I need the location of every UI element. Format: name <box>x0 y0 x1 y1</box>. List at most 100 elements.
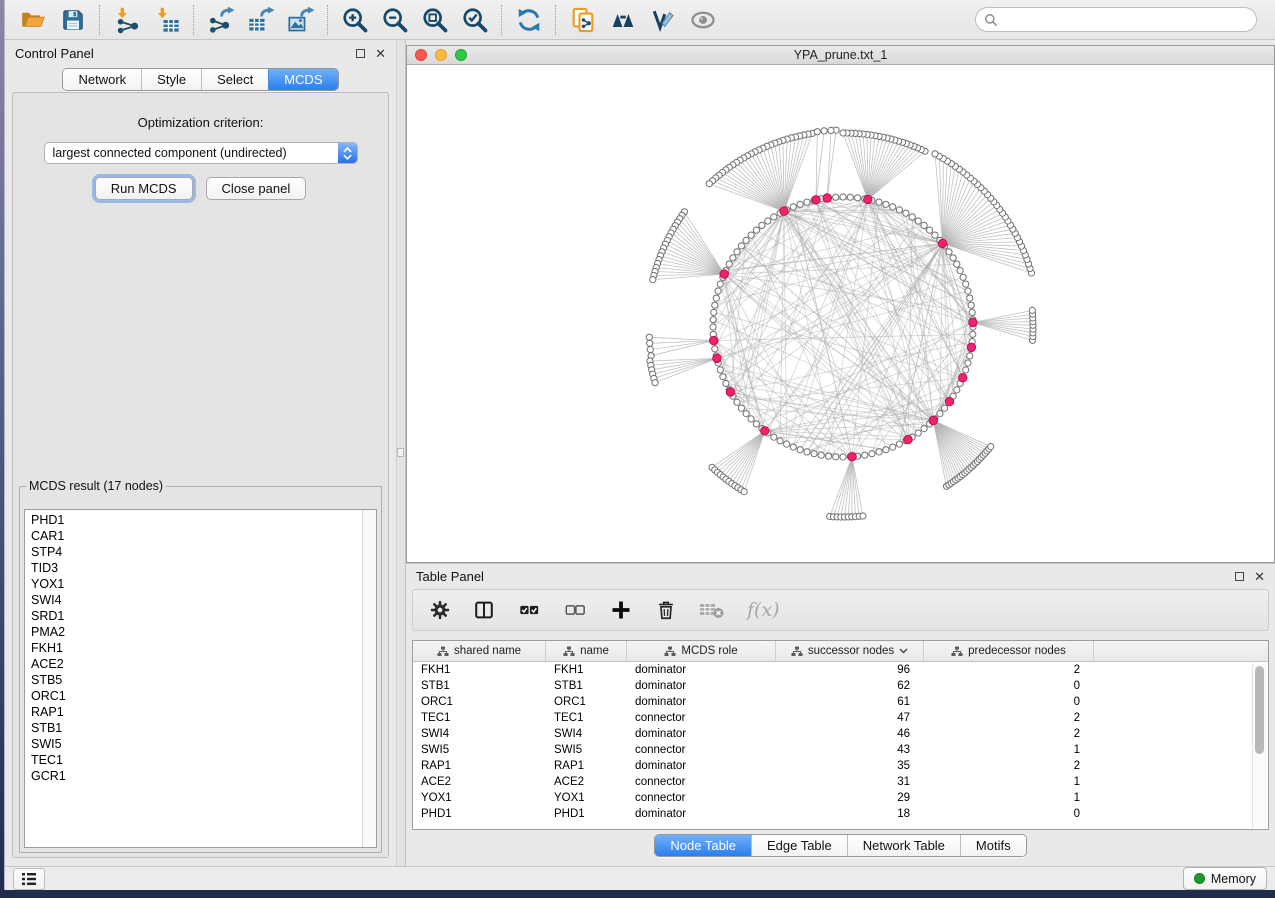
network-node[interactable] <box>717 367 723 373</box>
run-mcds-button[interactable]: Run MCDS <box>95 177 193 200</box>
network-node[interactable] <box>717 281 723 287</box>
network-node[interactable] <box>753 227 759 233</box>
network-node[interactable] <box>753 421 759 427</box>
float-panel-icon[interactable] <box>356 49 365 58</box>
save-session-button[interactable] <box>53 3 93 37</box>
column-header-name[interactable]: name <box>546 641 627 661</box>
network-node[interactable] <box>896 207 902 213</box>
optimization-criterion-select[interactable]: largest connected component (undirected) <box>44 142 358 164</box>
tab-motifs[interactable]: Motifs <box>960 835 1026 856</box>
export-image-button[interactable] <box>281 3 321 37</box>
export-network-button[interactable] <box>201 3 241 37</box>
network-node[interactable] <box>950 255 956 261</box>
network-node[interactable] <box>896 441 902 447</box>
duplicate-network-button[interactable] <box>563 3 603 37</box>
table-cell-successor_nodes[interactable]: 62 <box>776 678 924 694</box>
mcds-result-item[interactable]: PMA2 <box>31 624 376 640</box>
network-node[interactable] <box>954 261 960 267</box>
table-cell-mcds_role[interactable]: connector <box>627 742 776 758</box>
network-dominator-node[interactable] <box>938 239 946 247</box>
network-node[interactable] <box>743 237 749 243</box>
network-node[interactable] <box>969 309 975 315</box>
network-node[interactable] <box>967 295 973 301</box>
network-node[interactable] <box>965 360 971 366</box>
table-row[interactable]: RAP1RAP1dominator352 <box>413 758 1268 774</box>
table-row[interactable]: SWI5SWI5connector431 <box>413 742 1268 758</box>
network-node[interactable] <box>797 201 803 207</box>
network-node[interactable] <box>821 128 827 134</box>
table-row[interactable]: YOX1YOX1connector291 <box>413 790 1268 806</box>
zoom-in-button[interactable] <box>335 3 375 37</box>
table-cell-mcds_role[interactable]: connector <box>627 774 776 790</box>
tab-style[interactable]: Style <box>141 69 201 90</box>
import-network-button[interactable] <box>107 3 147 37</box>
network-dominator-node[interactable] <box>710 336 718 344</box>
show-hide-panel-button[interactable] <box>683 3 723 37</box>
table-cell-shared_name[interactable]: TEC1 <box>413 710 546 726</box>
network-dominator-node[interactable] <box>864 195 872 203</box>
network-node[interactable] <box>726 261 732 267</box>
network-node[interactable] <box>932 232 938 238</box>
network-node[interactable] <box>963 281 969 287</box>
network-dominator-node[interactable] <box>959 374 967 382</box>
network-node[interactable] <box>790 204 796 210</box>
network-node[interactable] <box>804 449 810 455</box>
network-node[interactable] <box>712 346 718 352</box>
mcds-result-item[interactable]: STB1 <box>31 720 376 736</box>
table-cell-mcds_role[interactable]: dominator <box>627 758 776 774</box>
network-node[interactable] <box>748 416 754 422</box>
network-node[interactable] <box>723 380 729 386</box>
mcds-result-item[interactable]: RAP1 <box>31 704 376 720</box>
table-scrollbar-thumb[interactable] <box>1255 666 1264 754</box>
mcds-result-item[interactable]: STP4 <box>31 544 376 560</box>
network-dominator-node[interactable] <box>726 388 734 396</box>
memory-button[interactable]: Memory <box>1183 867 1267 890</box>
table-row[interactable]: FKH1FKH1dominator962 <box>413 662 1268 678</box>
table-cell-successor_nodes[interactable]: 46 <box>776 726 924 742</box>
table-cell-successor_nodes[interactable]: 61 <box>776 694 924 710</box>
network-node[interactable] <box>771 434 777 440</box>
delete-table-button[interactable] <box>699 600 725 620</box>
mcds-result-item[interactable]: FKH1 <box>31 640 376 656</box>
network-node[interactable] <box>715 288 721 294</box>
show-column-panel-button[interactable] <box>473 599 495 621</box>
network-node[interactable] <box>759 222 765 228</box>
table-row[interactable]: ORC1ORC1dominator610 <box>413 694 1268 710</box>
network-node[interactable] <box>890 204 896 210</box>
network-dominator-node[interactable] <box>761 427 769 435</box>
table-cell-predecessor_nodes[interactable]: 1 <box>924 742 1094 758</box>
search-input[interactable] <box>1003 12 1248 28</box>
network-node[interactable] <box>860 513 866 519</box>
mcds-result-item[interactable]: SWI4 <box>31 592 376 608</box>
table-cell-successor_nodes[interactable]: 31 <box>776 774 924 790</box>
network-node[interactable] <box>960 274 966 280</box>
zoom-out-button[interactable] <box>375 3 415 37</box>
network-node[interactable] <box>741 489 747 495</box>
network-canvas[interactable] <box>406 65 1275 563</box>
zoom-selected-button[interactable] <box>455 3 495 37</box>
tab-select[interactable]: Select <box>201 69 268 90</box>
delete-column-button[interactable] <box>655 598 677 622</box>
select-all-columns-button[interactable] <box>517 599 541 621</box>
network-node[interactable] <box>710 317 716 323</box>
table-cell-name[interactable]: FKH1 <box>546 662 627 678</box>
open-session-button[interactable] <box>13 3 53 37</box>
splitter-grip[interactable] <box>397 448 404 457</box>
network-node[interactable] <box>937 411 943 417</box>
network-node[interactable] <box>840 194 846 200</box>
network-node[interactable] <box>968 302 974 308</box>
column-header-MCDS-role[interactable]: MCDS role <box>627 641 776 661</box>
mcds-result-list[interactable]: PHD1CAR1STP4TID3YOX1SWI4SRD1PMA2FKH1ACE2… <box>24 509 377 848</box>
network-node[interactable] <box>790 444 796 450</box>
network-dominator-node[interactable] <box>823 194 831 202</box>
table-cell-shared_name[interactable]: ACE2 <box>413 774 546 790</box>
mcds-result-item[interactable]: SWI5 <box>31 736 376 752</box>
network-node[interactable] <box>647 346 653 352</box>
table-cell-successor_nodes[interactable]: 35 <box>776 758 924 774</box>
mcds-result-item[interactable]: SRD1 <box>31 608 376 624</box>
network-node[interactable] <box>1029 307 1035 313</box>
table-row[interactable]: STB1STB1dominator620 <box>413 678 1268 694</box>
table-row[interactable]: SWI4SWI4dominator462 <box>413 726 1268 742</box>
network-node[interactable] <box>909 214 915 220</box>
network-node[interactable] <box>650 277 656 283</box>
